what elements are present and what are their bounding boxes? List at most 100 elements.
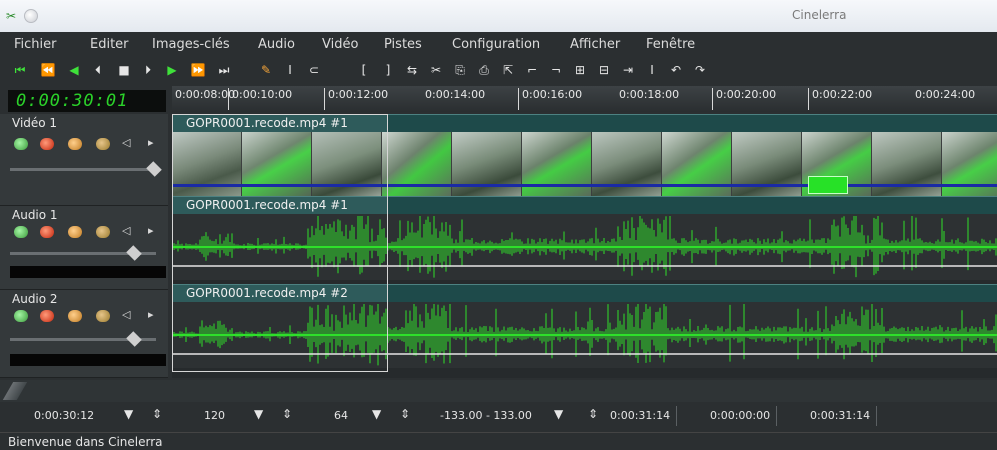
goto-out-icon[interactable]: ¬ bbox=[548, 62, 564, 78]
record-track-toggle[interactable] bbox=[40, 226, 54, 238]
track-zoom-value: 64 bbox=[334, 409, 348, 422]
timebar-tick: 0:00:12:00 bbox=[324, 88, 388, 110]
dropdown-arrow-icon[interactable]: ▼ bbox=[554, 407, 563, 421]
expand-icon[interactable]: ▸ bbox=[148, 136, 154, 149]
timebar-tick: 0:00:16:00 bbox=[518, 88, 582, 110]
selection-box bbox=[172, 114, 388, 372]
expand-icon[interactable]: ▸ bbox=[148, 308, 154, 321]
copy-icon[interactable]: ⎘ bbox=[452, 62, 468, 78]
fade-slider[interactable] bbox=[10, 168, 156, 171]
window-title: Cinelerra bbox=[792, 8, 847, 22]
position-clock: 0:00:30:01 bbox=[8, 90, 166, 112]
trim-icon[interactable]: I bbox=[644, 62, 660, 78]
selection-length[interactable]: 0:00:00:00 bbox=[704, 406, 778, 426]
spin-arrows-icon[interactable]: ⇕ bbox=[282, 407, 292, 421]
audio-meter bbox=[10, 354, 166, 366]
record-track-toggle[interactable] bbox=[40, 310, 54, 322]
out-point-icon[interactable]: ] bbox=[380, 62, 396, 78]
gang-toggle[interactable] bbox=[68, 226, 82, 238]
timebar-tick: 0:00:22:00 bbox=[808, 88, 872, 110]
keyframe-handle[interactable] bbox=[808, 176, 848, 194]
paste-icon[interactable]: ⎙ bbox=[476, 62, 492, 78]
draw-media-toggle[interactable] bbox=[96, 226, 110, 238]
track-title[interactable]: Vidéo 1 bbox=[12, 116, 57, 130]
cut-edit-icon[interactable]: I bbox=[282, 62, 298, 78]
goto-label-icon[interactable]: ⊟ bbox=[596, 62, 612, 78]
track-title[interactable]: Audio 1 bbox=[12, 208, 58, 222]
timeline-canvas[interactable]: GOPR0001.recode.mp4 #1 GOPR0001.recode.m… bbox=[172, 114, 997, 378]
selection-start[interactable]: 0:00:31:14 bbox=[604, 406, 678, 426]
gang-toggle[interactable] bbox=[68, 138, 82, 150]
spin-arrows-icon[interactable]: ⇕ bbox=[588, 407, 598, 421]
menu-editer[interactable]: Editer bbox=[90, 37, 129, 52]
label-mode-icon[interactable]: ⊂ bbox=[306, 62, 322, 78]
scrollbar-thumb[interactable] bbox=[2, 382, 28, 400]
next-label-icon[interactable]: ⇥ bbox=[620, 62, 636, 78]
fast-reverse-icon[interactable]: ⏪ bbox=[40, 62, 56, 78]
overwrite-icon[interactable]: ⇱ bbox=[500, 62, 516, 78]
fast-forward-icon[interactable]: ⏩ bbox=[190, 62, 206, 78]
window-menu-button[interactable] bbox=[24, 9, 38, 23]
expand-icon[interactable]: ▸ bbox=[148, 224, 154, 237]
timebar[interactable]: 0:00:08:00 0:00:10:00 0:00:12:00 0:00:14… bbox=[172, 86, 997, 112]
mute-icon[interactable]: ◁ bbox=[122, 224, 130, 237]
play-track-toggle[interactable] bbox=[14, 138, 28, 150]
record-track-toggle[interactable] bbox=[40, 138, 54, 150]
draw-media-toggle[interactable] bbox=[96, 310, 110, 322]
menu-video[interactable]: Vidéo bbox=[322, 37, 358, 52]
menu-configuration[interactable]: Configuration bbox=[452, 37, 540, 52]
track-title[interactable]: Audio 2 bbox=[12, 292, 58, 306]
main-window: Fichier Editer Images-clés Audio Vidéo P… bbox=[0, 32, 997, 450]
menu-fichier[interactable]: Fichier bbox=[14, 37, 57, 52]
rewind-start-icon[interactable]: ⏮ bbox=[12, 62, 28, 78]
stop-icon[interactable]: ■ bbox=[116, 62, 132, 78]
spin-arrows-icon[interactable]: ⇕ bbox=[152, 407, 162, 421]
gang-toggle[interactable] bbox=[68, 310, 82, 322]
play-track-toggle[interactable] bbox=[14, 310, 28, 322]
toolbar: ⏮ ⏪ ◀ ⏴ ■ ⏵ ▶ ⏩ ⏭ ✎ I ⊂ [ ] ⇆ ✂ ⎘ ⎙ ⇱ ⌐ … bbox=[0, 60, 997, 82]
patchbay-audio-1: Audio 1 ◁ ▸ bbox=[0, 206, 168, 290]
play-track-toggle[interactable] bbox=[14, 226, 28, 238]
toggle-label-icon[interactable]: ⊞ bbox=[572, 62, 588, 78]
draw-media-toggle[interactable] bbox=[96, 138, 110, 150]
audio-meter bbox=[10, 266, 166, 278]
frame-forward-icon[interactable]: ⏵ bbox=[140, 62, 156, 78]
goto-in-icon[interactable]: ⌐ bbox=[524, 62, 540, 78]
spin-arrows-icon[interactable]: ⇕ bbox=[400, 407, 410, 421]
dropdown-arrow-icon[interactable]: ▼ bbox=[372, 407, 381, 421]
fade-slider-knob[interactable] bbox=[126, 331, 142, 347]
in-point-icon[interactable]: [ bbox=[356, 62, 372, 78]
menubar: Fichier Editer Images-clés Audio Vidéo P… bbox=[0, 34, 997, 56]
menu-pistes[interactable]: Pistes bbox=[384, 37, 422, 52]
automation-range: -133.00 - 133.00 bbox=[440, 409, 532, 422]
horizontal-scrollbar[interactable] bbox=[0, 380, 997, 402]
redo-icon[interactable]: ↷ bbox=[692, 62, 708, 78]
menu-afficher[interactable]: Afficher bbox=[570, 37, 620, 52]
menu-audio[interactable]: Audio bbox=[258, 37, 295, 52]
fade-slider-knob[interactable] bbox=[126, 245, 142, 261]
selection-end[interactable]: 0:00:31:14 bbox=[804, 406, 878, 426]
drag-edit-icon[interactable]: ✎ bbox=[258, 62, 274, 78]
dropdown-arrow-icon[interactable]: ▼ bbox=[254, 407, 263, 421]
timebar-tick: 0:00:20:00 bbox=[712, 88, 776, 110]
menu-fenetre[interactable]: Fenêtre bbox=[646, 37, 695, 52]
goto-end-icon[interactable]: ⏭ bbox=[216, 62, 232, 78]
cinelerra-app-icon: ✂ bbox=[6, 9, 17, 23]
timebar-tick: 0:00:24:00 bbox=[915, 88, 976, 101]
dropdown-arrow-icon[interactable]: ▼ bbox=[124, 407, 133, 421]
patchbay-audio-2: Audio 2 ◁ ▸ bbox=[0, 290, 168, 378]
mute-icon[interactable]: ◁ bbox=[122, 136, 130, 149]
reverse-play-icon[interactable]: ◀ bbox=[66, 62, 82, 78]
timebar-tick: 0:00:18:00 bbox=[619, 88, 680, 101]
mute-icon[interactable]: ◁ bbox=[122, 308, 130, 321]
cut-icon[interactable]: ✂ bbox=[428, 62, 444, 78]
undo-icon[interactable]: ↶ bbox=[668, 62, 684, 78]
splice-icon[interactable]: ⇆ bbox=[404, 62, 420, 78]
menu-images-cles[interactable]: Images-clés bbox=[152, 37, 230, 52]
window-titlebar: ✂ Cinelerra bbox=[0, 0, 997, 32]
frame-back-icon[interactable]: ⏴ bbox=[90, 62, 106, 78]
sample-zoom-value: 0:00:30:12 bbox=[34, 409, 95, 422]
fade-slider-knob[interactable] bbox=[146, 161, 162, 177]
timebar-tick: 0:00:14:00 bbox=[425, 88, 486, 101]
play-icon[interactable]: ▶ bbox=[164, 62, 180, 78]
